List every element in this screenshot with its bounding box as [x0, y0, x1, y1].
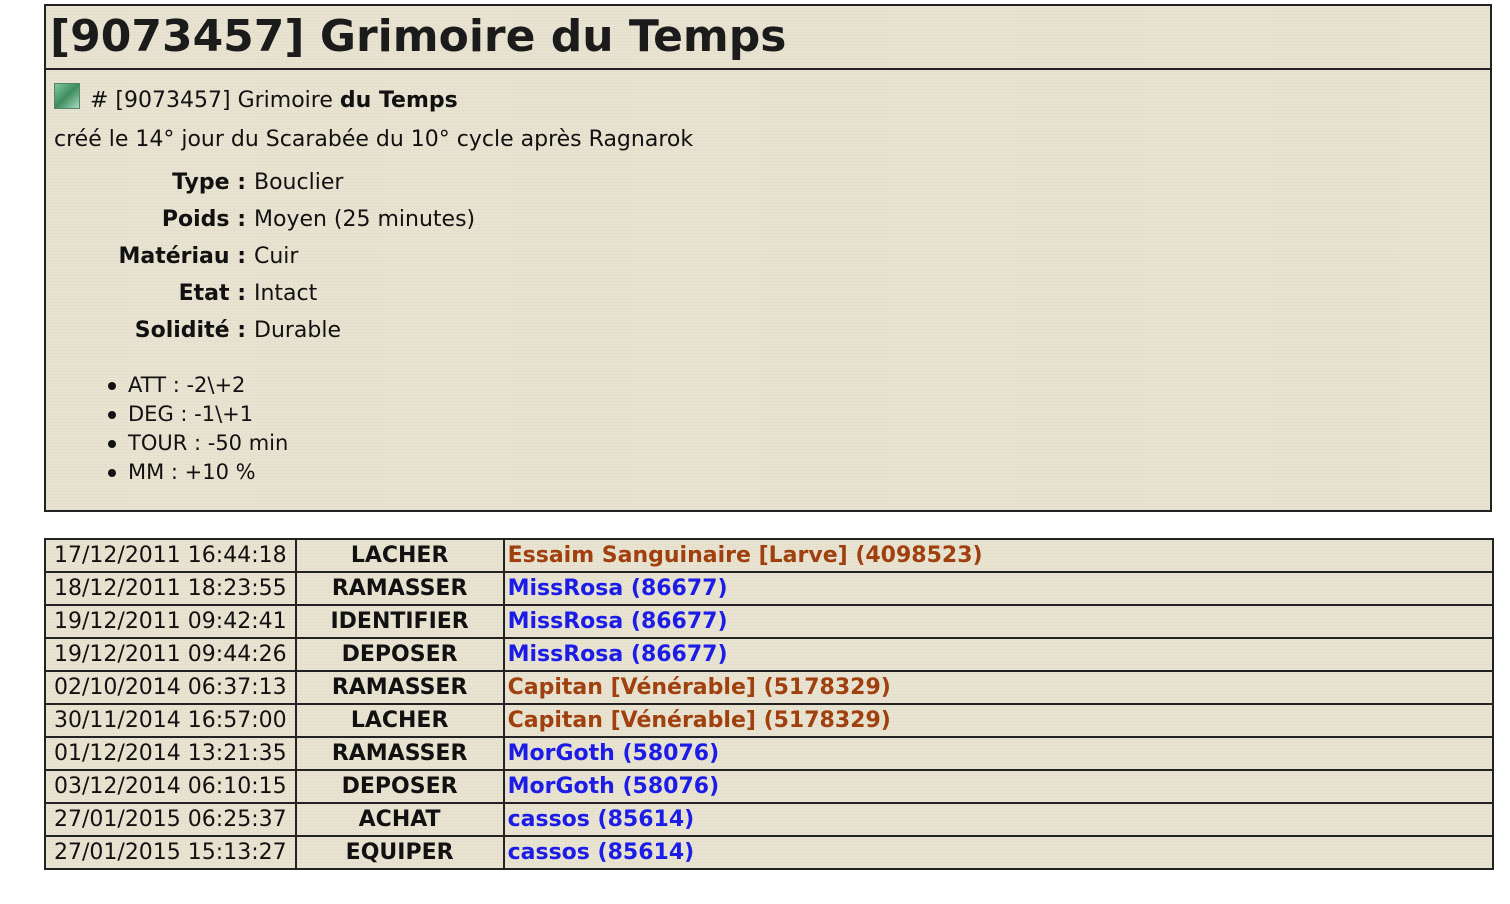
attribute-label: Etat :	[178, 281, 246, 306]
attribute-value: Durable	[254, 318, 342, 343]
history-table-body: 17/12/2011 16:44:18 LACHER Essaim Sangui…	[44, 538, 1495, 870]
item-body: # [9073457] Grimoire du Temps créé le 14…	[46, 70, 1490, 487]
attribute-row-state: Etat : Intact	[54, 275, 1490, 312]
history-action: DEPOSER	[294, 769, 505, 804]
history-actor-cell: cassos (85614)	[502, 835, 1495, 870]
history-actor-cell: Capitan [Vénérable] (5178329)	[502, 703, 1495, 738]
history-actor-cell: MissRosa (86677)	[502, 604, 1495, 639]
history-date: 02/10/2014 06:37:13	[44, 670, 297, 705]
history-actor-cell: MissRosa (86677)	[502, 637, 1495, 672]
table-row: 19/12/2011 09:42:41 IDENTIFIER MissRosa …	[44, 604, 1495, 639]
history-date: 27/01/2015 15:13:27	[44, 835, 297, 870]
table-row: 17/12/2011 16:44:18 LACHER Essaim Sangui…	[44, 538, 1495, 573]
attribute-value: Bouclier	[254, 170, 344, 195]
history-action: ACHAT	[294, 802, 505, 837]
attribute-label: Matériau :	[118, 244, 246, 269]
table-row: 18/12/2011 18:23:55 RAMASSER MissRosa (8…	[44, 571, 1495, 606]
actor-link[interactable]: MorGoth (58076)	[508, 741, 720, 766]
history-action: DEPOSER	[294, 637, 505, 672]
history-date: 19/12/2011 09:42:41	[44, 604, 297, 639]
history-date: 27/01/2015 06:25:37	[44, 802, 297, 837]
history-action: RAMASSER	[294, 736, 505, 771]
attribute-value: Moyen (25 minutes)	[254, 207, 476, 232]
actor-link[interactable]: MissRosa (86677)	[508, 642, 728, 667]
item-thumbnail-icon	[54, 83, 80, 109]
table-row: 27/01/2015 15:13:27 EQUIPER cassos (8561…	[44, 835, 1495, 870]
item-created-date: créé le 14° jour du Scarabée du 10° cycl…	[54, 127, 694, 152]
item-ref-prefix: # [9073457] Grimoire	[90, 87, 340, 113]
table-row: 19/12/2011 09:44:26 DEPOSER MissRosa (86…	[44, 637, 1495, 672]
actor-link[interactable]: MissRosa (86677)	[508, 609, 728, 634]
attribute-row-weight: Poids : Moyen (25 minutes)	[54, 201, 1490, 238]
attribute-label: Poids :	[161, 207, 246, 232]
table-row: 01/12/2014 13:21:35 RAMASSER MorGoth (58…	[44, 736, 1495, 771]
history-date: 18/12/2011 18:23:55	[44, 571, 297, 606]
history-actor-cell: Capitan [Vénérable] (5178329)	[502, 670, 1495, 705]
actor-link[interactable]: cassos (85614)	[508, 807, 695, 832]
actor-link[interactable]: Capitan [Vénérable] (5178329)	[508, 675, 891, 700]
item-effects-list: ATT : -2\+2 DEG : -1\+1 TOUR : -50 min M…	[54, 371, 1490, 487]
item-history-table: 17/12/2011 16:44:18 LACHER Essaim Sangui…	[44, 538, 1495, 870]
history-actor-cell: cassos (85614)	[502, 802, 1495, 837]
history-action: EQUIPER	[294, 835, 505, 870]
actor-link[interactable]: MorGoth (58076)	[508, 774, 720, 799]
attribute-value: Cuir	[254, 244, 299, 269]
effect-item: DEG : -1\+1	[108, 400, 1490, 429]
table-row: 30/11/2014 16:57:00 LACHER Capitan [Véné…	[44, 703, 1495, 738]
history-actor-cell: MorGoth (58076)	[502, 769, 1495, 804]
table-row: 03/12/2014 06:10:15 DEPOSER MorGoth (580…	[44, 769, 1495, 804]
attribute-value: Intact	[254, 281, 318, 306]
actor-link[interactable]: MissRosa (86677)	[508, 576, 728, 601]
actor-link[interactable]: cassos (85614)	[508, 840, 695, 865]
history-actor-cell: MorGoth (58076)	[502, 736, 1495, 771]
effect-item: ATT : -2\+2	[108, 371, 1490, 400]
effect-item: MM : +10 %	[108, 458, 1490, 487]
attribute-row-type: Type : Bouclier	[54, 164, 1490, 201]
history-date: 30/11/2014 16:57:00	[44, 703, 297, 738]
effect-item: TOUR : -50 min	[108, 429, 1490, 458]
item-details-panel: [9073457] Grimoire du Temps # [9073457] …	[44, 4, 1492, 512]
attribute-label: Type :	[172, 170, 246, 195]
item-attributes: Type : Bouclier Poids : Moyen (25 minute…	[54, 164, 1490, 349]
actor-link[interactable]: Essaim Sanguinaire [Larve] (4098523)	[508, 543, 983, 568]
history-action: LACHER	[294, 538, 505, 573]
attribute-row-solidity: Solidité : Durable	[54, 312, 1490, 349]
history-date: 03/12/2014 06:10:15	[44, 769, 297, 804]
attribute-row-material: Matériau : Cuir	[54, 238, 1490, 275]
history-action: IDENTIFIER	[294, 604, 505, 639]
table-row: 27/01/2015 06:25:37 ACHAT cassos (85614)	[44, 802, 1495, 837]
history-action: RAMASSER	[294, 670, 505, 705]
history-date: 01/12/2014 13:21:35	[44, 736, 297, 771]
table-row: 02/10/2014 06:37:13 RAMASSER Capitan [Vé…	[44, 670, 1495, 705]
item-ref-bold: du Temps	[339, 87, 458, 113]
history-action: RAMASSER	[294, 571, 505, 606]
actor-link[interactable]: Capitan [Vénérable] (5178329)	[508, 708, 891, 733]
history-action: LACHER	[294, 703, 505, 738]
history-date: 17/12/2011 16:44:18	[44, 538, 297, 573]
history-actor-cell: MissRosa (86677)	[502, 571, 1495, 606]
item-reference: # [9073457] Grimoire du Temps	[54, 80, 1490, 120]
attribute-label: Solidité :	[134, 318, 246, 343]
item-title: [9073457] Grimoire du Temps	[46, 6, 1490, 70]
history-actor-cell: Essaim Sanguinaire [Larve] (4098523)	[502, 538, 1495, 573]
history-date: 19/12/2011 09:44:26	[44, 637, 297, 672]
